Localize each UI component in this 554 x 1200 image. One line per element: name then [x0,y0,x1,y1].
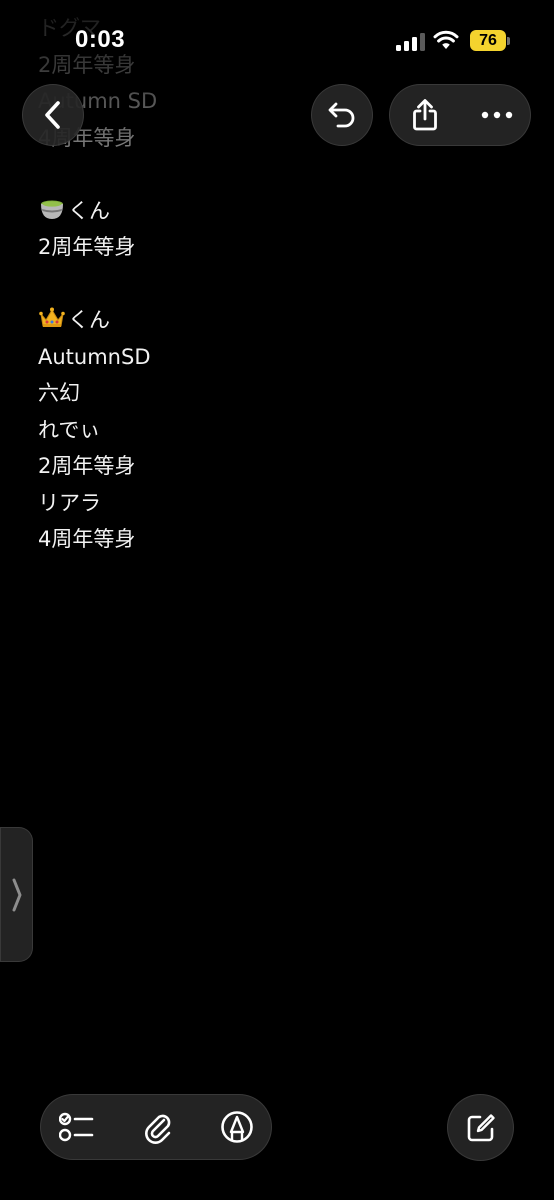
undo-icon [326,100,358,130]
bottom-toolbar [40,1094,272,1160]
note-scroll-area[interactable]: ドグマ 2周年等身 Autumn SD 4周年等身 くん 2周年等身 くん AutumnSD 六… [0,0,554,1200]
share-icon [410,98,440,132]
note-line[interactable]: くん [38,302,518,339]
note-line-text: 4周年等身 [38,527,136,551]
back-button[interactable] [22,84,84,146]
sidebar-handle[interactable] [0,827,33,962]
note-line[interactable]: 4周年等身 [38,521,518,558]
ellipsis-icon [481,111,513,119]
checklist-icon [59,1111,95,1143]
note-line[interactable]: AutumnSD [38,339,518,376]
note-line-text: 2周年等身 [38,235,136,259]
battery-cap [507,37,510,45]
note-actions-group [389,84,531,146]
note-line-text: 六幻 [38,381,80,405]
note-line[interactable] [38,266,518,303]
note-line[interactable] [38,156,518,193]
crown-emoji [38,307,68,332]
paperclip-icon [142,1109,172,1145]
note-line[interactable]: くん [38,193,518,230]
note-line-text: 2周年等身 [38,454,136,478]
share-button[interactable] [398,85,452,145]
note-line-text: リアラ [38,490,101,515]
markup-button[interactable] [207,1095,267,1159]
checklist-button[interactable] [47,1095,107,1159]
attach-button[interactable] [127,1095,187,1159]
note-line[interactable]: リアラ [38,485,518,522]
note-line[interactable]: れでぃ [38,412,518,449]
more-button[interactable] [470,85,524,145]
status-time: 0:03 [75,26,126,53]
note-line-text: AutumnSD [38,344,151,369]
markup-pen-icon [220,1110,254,1144]
compose-icon [465,1112,497,1144]
cellular-signal-icon [396,33,426,51]
note-line[interactable]: 2周年等身 [38,448,518,485]
note-line-text: れでぃ [38,417,101,442]
chevron-right-icon [11,877,23,913]
undo-button[interactable] [311,84,373,146]
wifi-icon [433,30,459,50]
note-line[interactable]: 2周年等身 [38,229,518,266]
compose-button[interactable] [447,1094,514,1161]
battery-indicator: 76 [470,30,506,51]
note-line[interactable]: 六幻 [38,375,518,412]
chevron-left-icon [42,100,64,130]
note-line-text: くん [68,308,110,332]
note-line-text: くん [68,198,110,223]
tea-emoji [38,199,68,223]
status-bar: 0:03 76 [0,0,554,80]
